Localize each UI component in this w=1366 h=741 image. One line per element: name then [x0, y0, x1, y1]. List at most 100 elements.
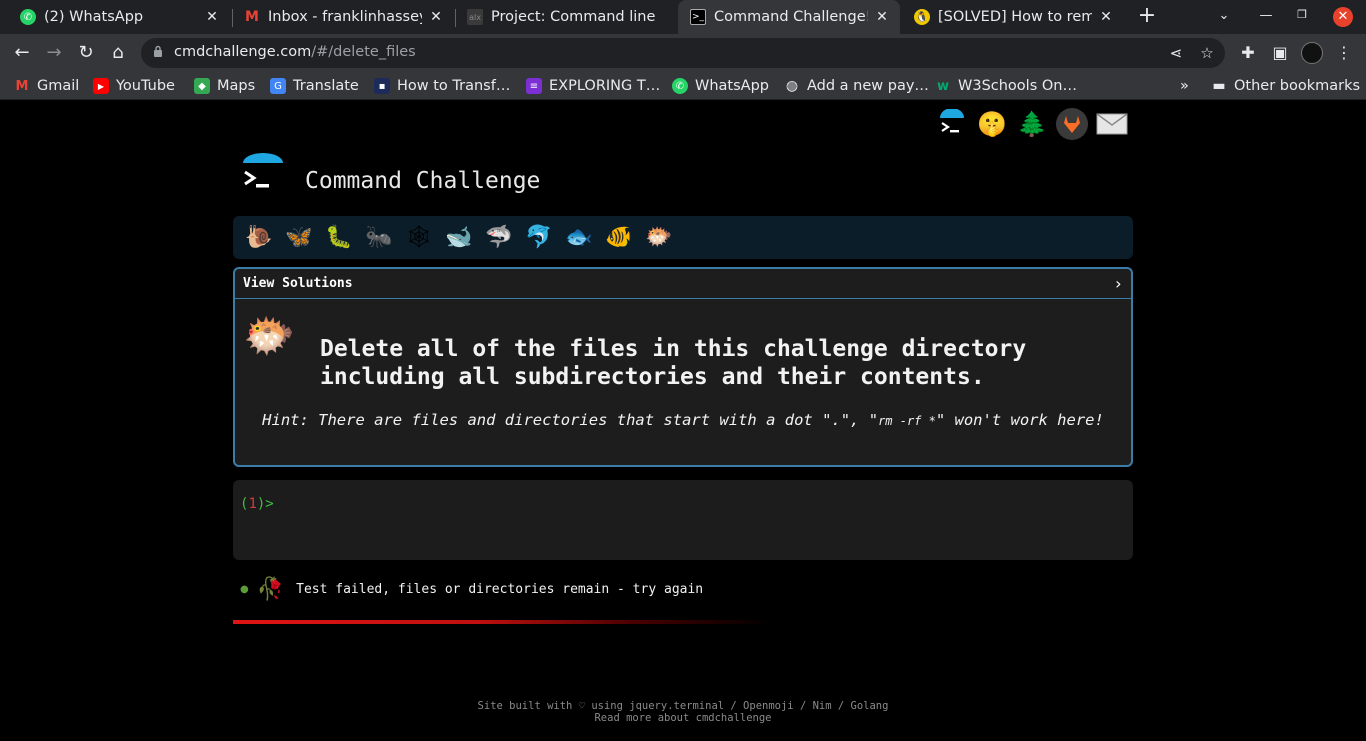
view-solutions-label: View Solutions — [243, 276, 353, 291]
bookmark-label: How to Transf… — [397, 78, 511, 94]
hint-prefix: Hint: There are files and directories th… — [262, 411, 879, 429]
minimize-button[interactable]: — — [1256, 8, 1276, 23]
linux-icon: 🐧 — [914, 9, 930, 25]
globe-icon: ◍ — [785, 78, 799, 94]
status-message: Test failed, files or directories remain… — [296, 582, 704, 597]
restore-button[interactable]: ❐ — [1292, 8, 1312, 21]
whatsapp-icon: ✆ — [20, 9, 36, 25]
result-progress-fill — [233, 620, 773, 624]
footer-about-link[interactable]: Read more about cmdchallenge — [0, 712, 1366, 724]
tropical-fish-icon[interactable]: 🐠 — [601, 220, 637, 256]
profile-avatar[interactable] — [1301, 42, 1323, 64]
bookmarks-overflow-button[interactable]: » — [1180, 77, 1189, 95]
other-bookmarks-folder[interactable]: ▬ Other bookmarks — [1211, 77, 1360, 95]
view-solutions-toggle[interactable]: View Solutions › — [235, 269, 1131, 299]
reload-button[interactable]: ↻ — [75, 42, 97, 64]
gitlab-icon[interactable] — [1056, 107, 1088, 141]
maps-icon: ◆ — [194, 78, 210, 94]
tab-project[interactable]: alx Project: Command line — [455, 0, 677, 34]
hint-code: rm -rf * — [878, 414, 936, 428]
bookmark-add-payment[interactable]: ◍ Add a new pay… — [784, 77, 929, 95]
tab-title: Project: Command line — [491, 9, 656, 25]
tab-solved[interactable]: 🐧 [SOLVED] How to remo ✕ — [902, 0, 1124, 34]
prompt-close: )> — [256, 496, 274, 512]
challenge-line-2: including all subdirectories and their c… — [320, 364, 985, 390]
bookmark-w3schools[interactable]: w W3Schools On… — [935, 77, 1077, 95]
bookmark-exploring[interactable]: ≡ EXPLORING T… — [526, 77, 660, 95]
close-icon[interactable]: ✕ — [1098, 9, 1114, 25]
whale-icon[interactable]: 🐋 — [441, 220, 477, 256]
blowfish-icon[interactable]: 🐡 — [641, 220, 677, 256]
browser-toolbar: ← → ↻ ⌂ cmdchallenge.com/#/delete_files … — [0, 34, 1366, 72]
extensions-icon[interactable]: ✚ — [1237, 42, 1259, 64]
challenge-description: Delete all of the files in this challeng… — [320, 335, 1026, 391]
terminal-input[interactable]: (1)> — [233, 480, 1133, 560]
shark-icon[interactable]: 🦈 — [481, 220, 517, 256]
site-title: Command Challenge — [305, 168, 541, 194]
challenge-hint: Hint: There are files and directories th… — [235, 411, 1131, 429]
bookmark-label: EXPLORING T… — [549, 78, 661, 94]
caterpillar-icon[interactable]: 🐛 — [321, 220, 357, 256]
terminal-icon: >_ — [690, 9, 706, 25]
shushing-face-icon[interactable]: 🤫 — [976, 107, 1008, 141]
challenge-line-1: Delete all of the files in this challeng… — [320, 336, 1027, 362]
tab-search-icon[interactable]: ⌄ — [1214, 8, 1234, 23]
forward-button[interactable]: → — [43, 42, 65, 64]
new-tab-button[interactable]: + — [1136, 5, 1158, 28]
tab-whatsapp[interactable]: ✆ (2) WhatsApp ✕ — [8, 0, 230, 34]
terminal-link-icon[interactable] — [936, 107, 968, 141]
butterfly-icon[interactable]: 🦋 — [281, 220, 317, 256]
bookmark-label: W3Schools On… — [958, 78, 1077, 94]
challenge-progress-bar: 🐌 🦋 🐛 🐜 🕸 🐋 🦈 🐬 🐟 🐠 🐡 — [233, 216, 1133, 259]
bookmark-whatsapp[interactable]: ✆ WhatsApp — [672, 77, 769, 95]
url-host: cmdchallenge.com — [174, 44, 312, 60]
hint-suffix: " won't work here! — [935, 411, 1104, 429]
url-path: /#/delete_files — [311, 44, 416, 60]
gmail-icon: M — [15, 78, 29, 94]
doc-icon: ▪ — [374, 78, 390, 94]
whatsapp-icon: ✆ — [672, 78, 688, 94]
page-content: 🤫 🌲 Command Challenge 🐌 🦋 🐛 🐜 🕸 🐋 🦈 🐬 🐟 … — [0, 101, 1366, 741]
tab-gmail-inbox[interactable]: M Inbox - franklinhassey@ ✕ — [232, 0, 454, 34]
share-icon[interactable]: ⋖ — [1167, 44, 1185, 62]
mail-icon[interactable] — [1096, 107, 1128, 141]
lock-icon — [154, 45, 162, 57]
bookmark-label: Maps — [217, 78, 256, 94]
bookmark-translate[interactable]: G Translate — [270, 77, 359, 95]
folder-icon: ▬ — [1212, 78, 1226, 94]
bookmark-how-to-transf[interactable]: ▪ How to Transf… — [374, 77, 510, 95]
bookmark-label: Gmail — [37, 78, 80, 94]
fish-icon[interactable]: 🐟 — [561, 220, 597, 256]
tree-icon[interactable]: 🌲 — [1016, 107, 1048, 141]
top-links: 🤫 🌲 — [936, 107, 1128, 141]
youtube-icon: ▶ — [93, 78, 109, 94]
snail-icon[interactable]: 🐌 — [241, 220, 277, 256]
w3schools-icon: w — [936, 78, 949, 94]
bookmark-label: Translate — [293, 78, 359, 94]
back-button[interactable]: ← — [11, 42, 33, 64]
close-icon[interactable]: ✕ — [204, 9, 220, 25]
bookmark-maps[interactable]: ◆ Maps — [194, 77, 255, 95]
home-button[interactable]: ⌂ — [107, 42, 129, 64]
dolphin-icon[interactable]: 🐬 — [521, 220, 557, 256]
bookmark-gmail[interactable]: M Gmail — [14, 77, 80, 95]
close-icon[interactable]: ✕ — [428, 9, 444, 25]
footer-credits: Site built with ♡ using jquery.terminal … — [477, 700, 889, 712]
tab-title: [SOLVED] How to remo — [938, 9, 1092, 25]
bookmark-label: WhatsApp — [695, 78, 769, 94]
address-bar[interactable]: cmdchallenge.com/#/delete_files ⋖ ☆ — [141, 38, 1225, 68]
site-logo-icon — [243, 153, 283, 188]
close-icon[interactable]: ✕ — [874, 9, 890, 25]
ant-icon[interactable]: 🐜 — [361, 220, 397, 256]
menu-icon[interactable]: ⋮ — [1333, 42, 1355, 64]
window-close-button[interactable]: ✕ — [1333, 7, 1353, 27]
bookmark-youtube[interactable]: ▶ YouTube — [93, 77, 175, 95]
list-icon: ≡ — [526, 78, 542, 94]
tab-command-challenge[interactable]: >_ Command Challenge! ✕ — [678, 0, 900, 34]
test-status: ● 🥀 Test failed, files or directories re… — [240, 577, 703, 602]
spider-web-icon[interactable]: 🕸 — [401, 220, 437, 256]
bookmark-star-icon[interactable]: ☆ — [1198, 44, 1216, 62]
bookmark-label: Add a new pay… — [807, 78, 929, 94]
side-panel-icon[interactable]: ▣ — [1269, 42, 1291, 64]
url-text: cmdchallenge.com/#/delete_files — [174, 44, 416, 60]
